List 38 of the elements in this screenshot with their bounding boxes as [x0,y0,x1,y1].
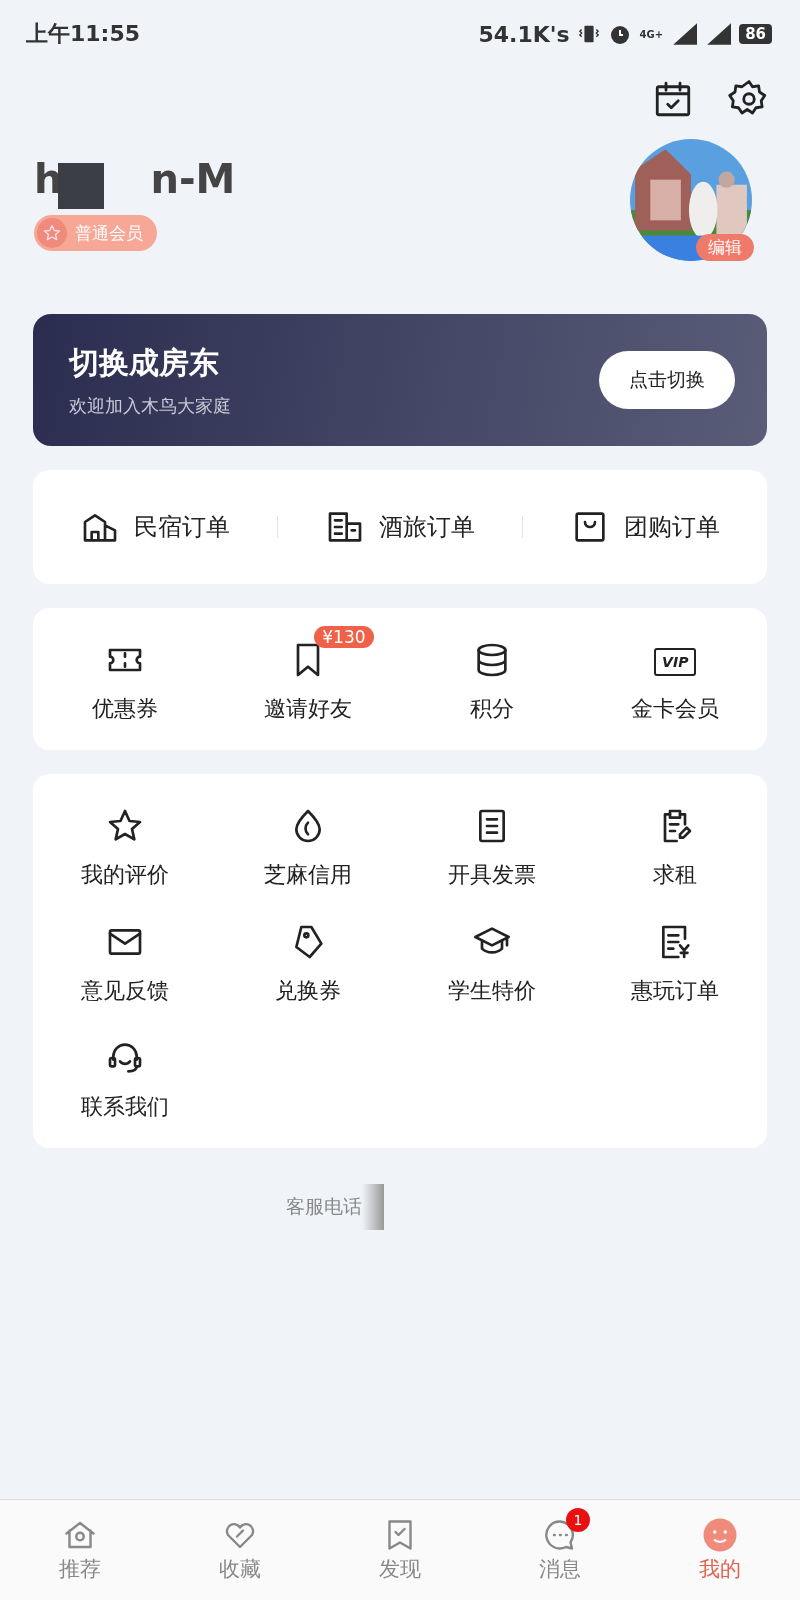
status-time: 上午11:55 [26,20,141,48]
battery-level: 86 [739,24,772,44]
menu-item[interactable]: 邀请好友 [264,694,353,724]
menu-item[interactable]: 我的评价 [80,860,169,890]
signal-icon [671,23,698,45]
smiley-icon [702,1517,738,1553]
menu-item[interactable]: 金卡会员 [631,694,720,724]
reward-badge: ¥130 [314,626,374,648]
menu-item[interactable]: 开具发票 [447,860,536,890]
menu-item[interactable]: 兑换券 [275,976,342,1006]
network-speed: 54.1K's [478,21,570,47]
menu-item[interactable]: 积分 [469,694,514,724]
star-icon [42,223,62,243]
menu-item[interactable]: 学生特价 [447,976,536,1006]
user-name: n-M [150,156,236,202]
user-name: h [34,156,63,202]
order-link[interactable]: 团购订单 [624,511,720,543]
order-link[interactable]: 民宿订单 [134,511,230,543]
unread-badge: 1 [566,1508,590,1532]
network-type: 4G+ [639,28,664,40]
redaction-block [362,1184,384,1230]
nav-tab[interactable]: 消息 1 [480,1500,640,1600]
vip-icon: VIP [654,648,697,676]
menu-item[interactable]: 意见反馈 [80,976,169,1006]
redaction-block [58,163,105,209]
menu-item[interactable]: 联系我们 [80,1092,169,1122]
banner-subtitle: 欢迎加入木鸟大家庭 [69,393,231,418]
order-link[interactable]: 酒旅订单 [379,511,475,543]
menu-item[interactable]: 惠玩订单 [631,976,720,1006]
nav-tab[interactable]: 收藏 [160,1500,320,1600]
switch-button[interactable]: 点击切换 [599,351,735,409]
vibrate-icon [577,23,600,45]
menu-item[interactable]: 芝麻信用 [264,860,353,890]
menu-item[interactable]: 优惠券 [91,694,158,724]
banner-title: 切换成房东 [69,343,220,382]
member-level: 普通会员 [75,221,143,245]
menu-item[interactable]: 求租 [653,860,698,890]
signal-icon [705,23,732,45]
